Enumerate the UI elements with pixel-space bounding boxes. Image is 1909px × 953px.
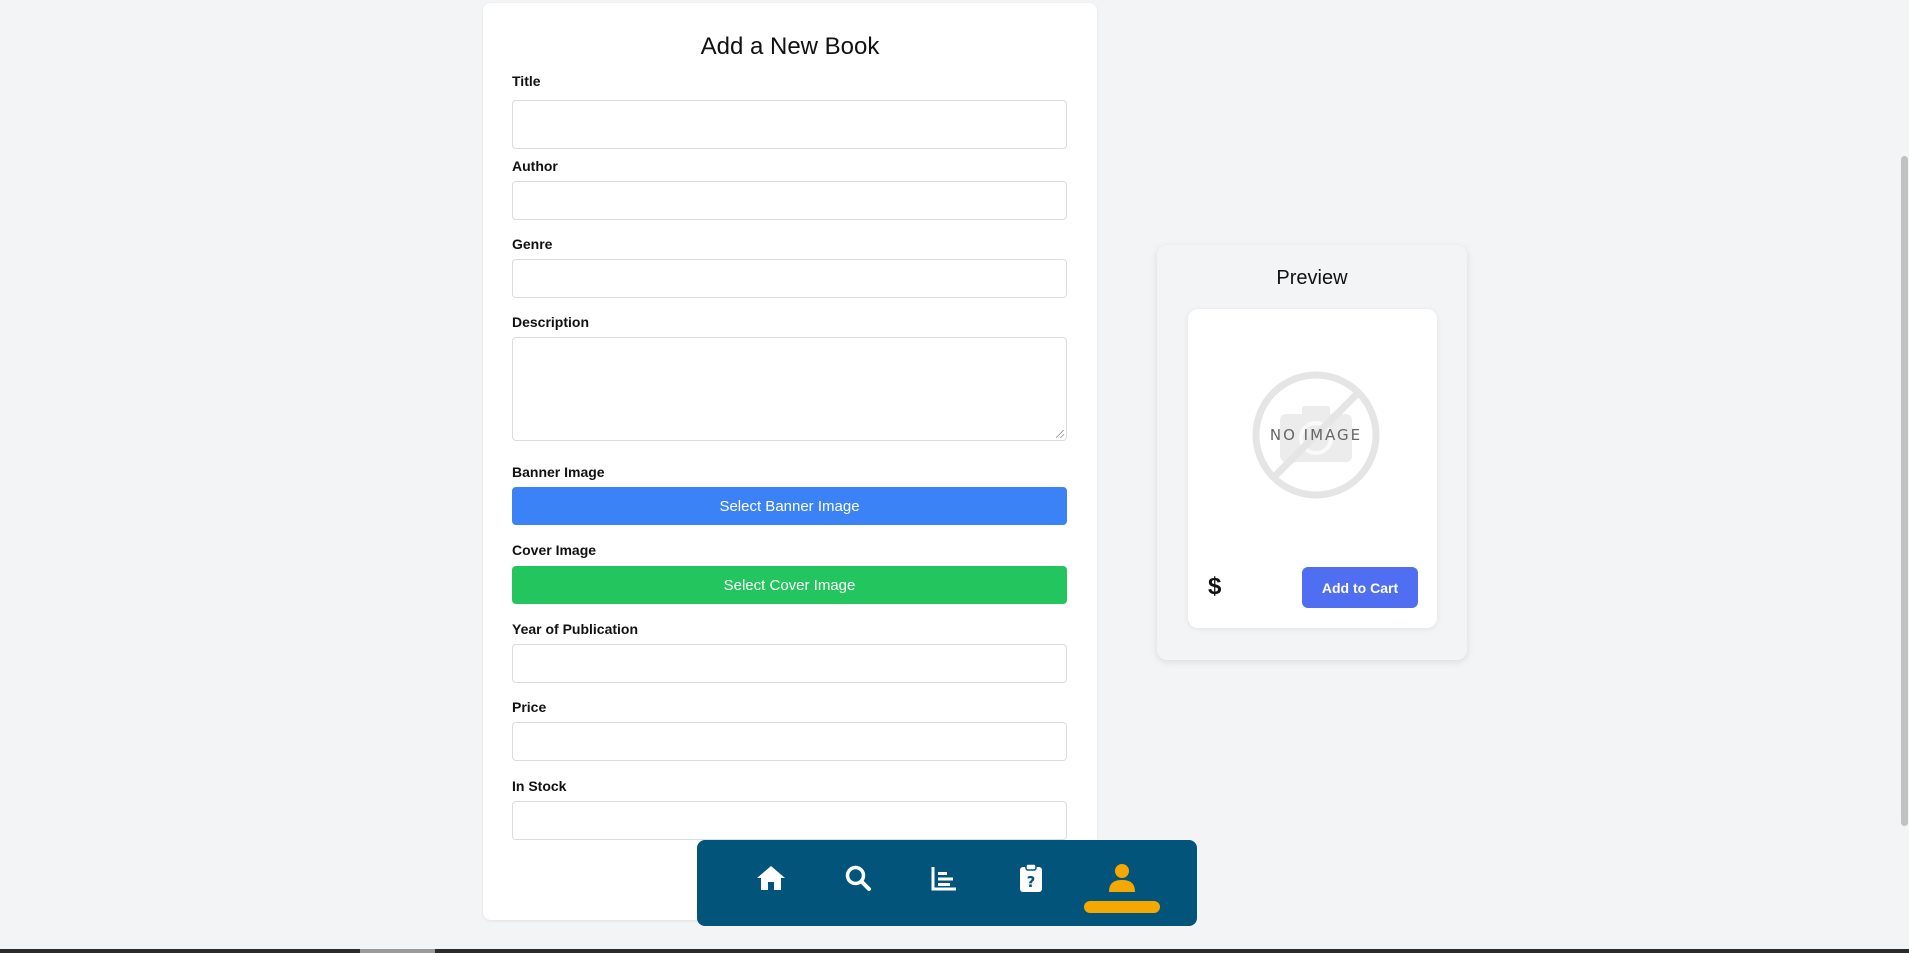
nav-search[interactable] — [838, 858, 878, 898]
price-input[interactable] — [512, 722, 1067, 761]
no-image-icon: NO IMAGE — [1252, 371, 1380, 499]
nav-profile[interactable] — [1102, 858, 1142, 898]
preview-title: Preview — [1276, 267, 1348, 289]
title-label: Title — [512, 73, 541, 89]
genre-label: Genre — [512, 236, 553, 252]
active-nav-indicator — [1084, 901, 1160, 913]
product-card: NO IMAGE $ Add to Cart — [1188, 309, 1437, 628]
add-book-form: Add a New Book Title Author Genre Descri… — [483, 3, 1097, 920]
price-label: Price — [512, 699, 547, 715]
search-icon — [845, 865, 871, 891]
nav-stats[interactable] — [924, 858, 964, 898]
price-value: $ — [1208, 573, 1222, 600]
author-label: Author — [512, 158, 558, 174]
user-icon — [1109, 864, 1135, 892]
description-textarea[interactable] — [512, 337, 1067, 441]
year-input[interactable] — [512, 644, 1067, 683]
form-title: Add a New Book — [700, 33, 880, 60]
svg-text:?: ? — [1027, 873, 1036, 891]
preview-panel: Preview NO IMAGE $ Add to Cart — [1157, 245, 1467, 660]
select-cover-image-button[interactable]: Select Cover Image — [512, 566, 1067, 604]
author-input[interactable] — [512, 181, 1067, 220]
description-label: Description — [512, 314, 590, 330]
genre-input[interactable] — [512, 259, 1067, 298]
in-stock-input[interactable] — [512, 801, 1067, 840]
cover-image-label: Cover Image — [512, 542, 597, 558]
scrollbar-thumb[interactable] — [1901, 156, 1908, 826]
window-bottom-edge — [0, 949, 1909, 953]
nav-home[interactable] — [751, 858, 791, 898]
home-icon — [757, 866, 785, 890]
clipboard-question-icon: ? — [1020, 863, 1042, 892]
title-input[interactable] — [512, 100, 1067, 149]
bottom-navigation: ? — [697, 840, 1197, 926]
window-bottom-edge-highlight — [360, 949, 435, 953]
in-stock-label: In Stock — [512, 778, 567, 794]
select-banner-image-button[interactable]: Select Banner Image — [512, 487, 1067, 525]
no-image-text: NO IMAGE — [1270, 426, 1362, 444]
year-label: Year of Publication — [512, 621, 639, 637]
add-to-cart-button[interactable]: Add to Cart — [1302, 567, 1418, 608]
banner-image-label: Banner Image — [512, 464, 605, 480]
chart-icon — [931, 867, 956, 891]
nav-requests[interactable]: ? — [1011, 858, 1051, 898]
